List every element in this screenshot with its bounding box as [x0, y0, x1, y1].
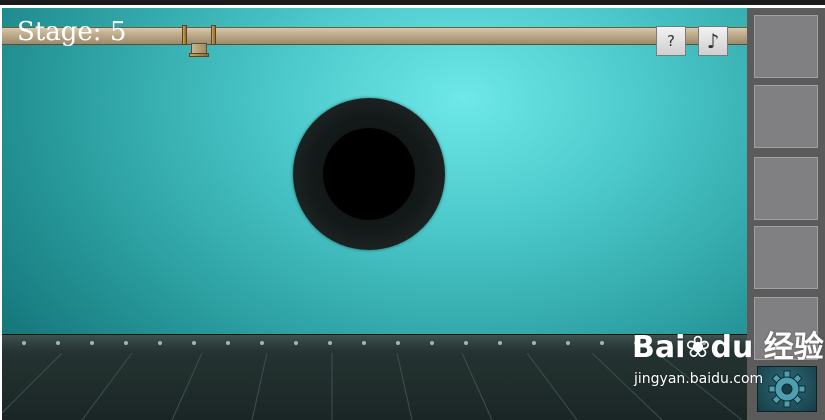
- rivet: [260, 341, 264, 345]
- music-toggle-button[interactable]: ♪: [698, 26, 728, 56]
- rivet: [294, 341, 298, 345]
- rivet: [464, 341, 468, 345]
- rivet: [22, 341, 26, 345]
- wall-hole[interactable]: [293, 98, 445, 250]
- rivet: [192, 341, 196, 345]
- rivet: [90, 341, 94, 345]
- rivet: [430, 341, 434, 345]
- question-mark-icon: ?: [667, 32, 675, 50]
- rivet: [158, 341, 162, 345]
- rivet: [566, 341, 570, 345]
- rivet: [226, 341, 230, 345]
- watermark-logo: Bai❀du 经验: [632, 330, 824, 365]
- help-button[interactable]: ?: [656, 26, 686, 56]
- game-frame: Stage: 5 ? ♪ Bai❀du 经验 jingyan.baidu.com: [0, 0, 825, 420]
- baidu-jingyan-watermark: Bai❀du 经验 jingyan.baidu.com: [632, 330, 824, 400]
- inventory-slot[interactable]: [754, 15, 818, 78]
- pipe-tee-outlet: [189, 53, 209, 57]
- rivet: [396, 341, 400, 345]
- rivet: [498, 341, 502, 345]
- rivet: [328, 341, 332, 345]
- watermark-url: jingyan.baidu.com: [634, 371, 764, 387]
- rivet: [600, 341, 604, 345]
- inventory-slot[interactable]: [754, 85, 818, 148]
- rivet: [56, 341, 60, 345]
- pipe-collar-left: [182, 25, 187, 45]
- pipe-collar-right: [211, 25, 216, 45]
- rivet: [362, 341, 366, 345]
- music-note-icon: ♪: [706, 29, 720, 53]
- top-border: [0, 0, 825, 5]
- pipe-tee-joint[interactable]: [182, 25, 216, 57]
- wall-hole-center: [323, 128, 415, 220]
- stage-label: Stage: 5: [17, 17, 127, 47]
- inventory-slot[interactable]: [754, 157, 818, 220]
- rivet: [532, 341, 536, 345]
- rivet: [124, 341, 128, 345]
- inventory-slot[interactable]: [754, 226, 818, 289]
